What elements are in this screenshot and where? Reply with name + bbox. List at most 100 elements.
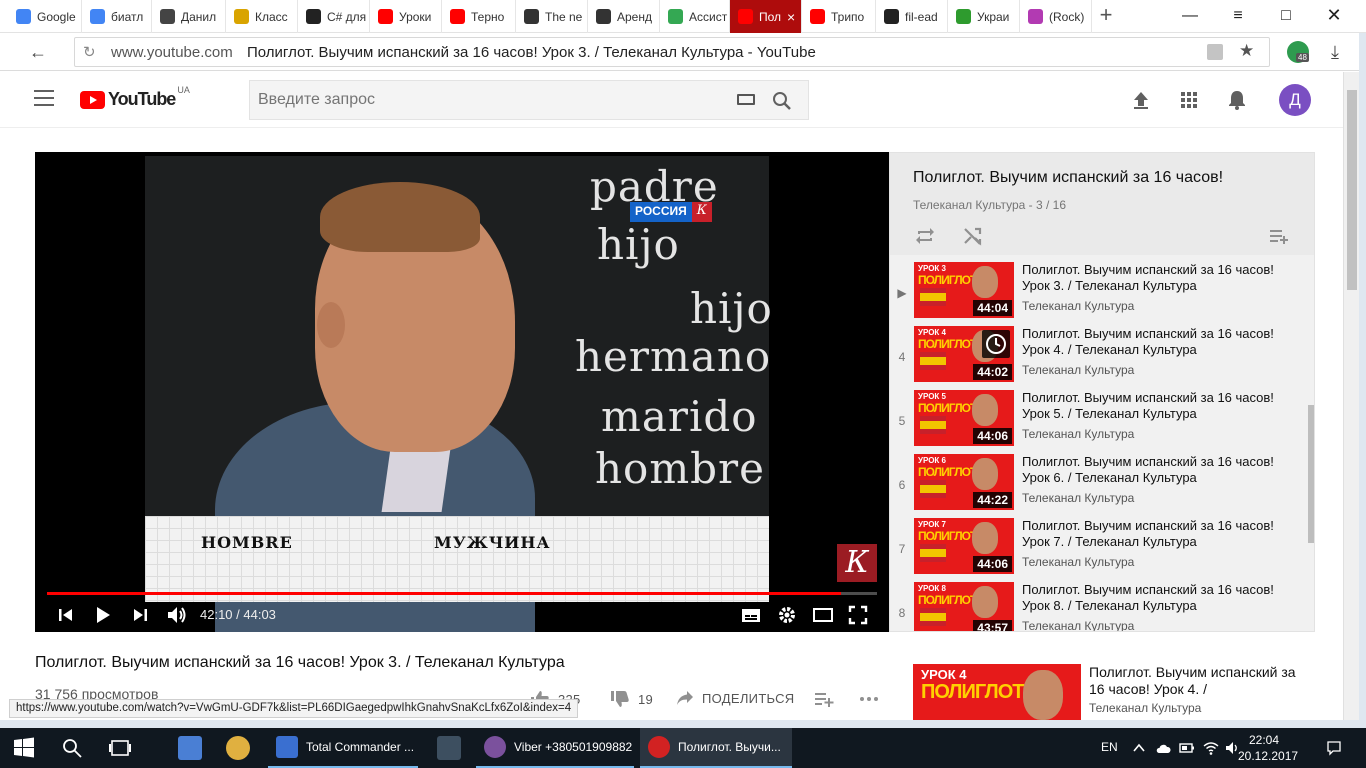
f-icon xyxy=(956,9,971,24)
chevron-up-icon[interactable] xyxy=(1131,740,1147,756)
pinned-app-icon[interactable] xyxy=(178,736,202,760)
maximize-button[interactable]: □ xyxy=(1262,0,1310,33)
browser-tab[interactable]: The ne xyxy=(516,0,588,33)
add-to-playlist-icon[interactable] xyxy=(1268,225,1290,247)
notification-center-icon[interactable] xyxy=(1326,740,1342,756)
next-icon[interactable] xyxy=(131,604,149,626)
playlist-item[interactable]: 8 УРОК 8 ПОЛИГЛОТ 43:57 Полиглот. Выучим… xyxy=(890,582,1300,631)
play-icon[interactable] xyxy=(93,604,113,626)
cloud-icon[interactable] xyxy=(1155,740,1171,756)
thumb-presenter-image xyxy=(972,266,998,298)
browser-tab[interactable]: Трипо xyxy=(802,0,876,33)
browser-tab[interactable]: Ассист xyxy=(660,0,730,33)
windows-start-icon[interactable] xyxy=(12,736,36,760)
playlist-scrollbar[interactable] xyxy=(1308,405,1314,543)
playlist-item-thumbnail[interactable]: УРОК 4 ПОЛИГЛОТ 44:02 xyxy=(914,326,1014,382)
progress-bar[interactable] xyxy=(47,592,877,595)
up-next-title[interactable]: Полиглот. Выучим испанский за 16 часов! … xyxy=(1089,664,1299,698)
browser-tab[interactable]: Пол × xyxy=(730,0,802,33)
watch-later-clock-icon[interactable] xyxy=(982,330,1010,358)
volume-icon[interactable] xyxy=(165,604,189,626)
lock-icon[interactable] xyxy=(1207,44,1223,60)
taskbar-app-viber[interactable]: Viber +380501909882 xyxy=(476,728,634,768)
playlist-item[interactable]: 6 УРОК 6 ПОЛИГЛОТ 44:22 Полиглот. Выучим… xyxy=(890,454,1300,518)
playlist-title[interactable]: Полиглот. Выучим испанский за 16 часов! xyxy=(913,169,1223,187)
playlist-item-thumbnail[interactable]: УРОК 7 ПОЛИГЛОТ 44:06 xyxy=(914,518,1014,574)
playlist-item-thumbnail[interactable]: УРОК 8 ПОЛИГЛОТ 43:57 xyxy=(914,582,1014,631)
playlist-item-title[interactable]: Полиглот. Выучим испанский за 16 часов! … xyxy=(1022,518,1292,550)
battery-icon[interactable] xyxy=(1179,740,1195,756)
playlist-item-thumbnail[interactable]: УРОК 5 ПОЛИГЛОТ 44:06 xyxy=(914,390,1014,446)
theater-mode-icon[interactable] xyxy=(812,604,834,626)
search-input[interactable] xyxy=(250,81,720,119)
up-next-thumbnail[interactable]: УРОК 4 ПОЛИГЛОТ xyxy=(913,664,1081,720)
new-tab-button[interactable]: + xyxy=(1094,4,1118,28)
input-language-indicator[interactable]: EN xyxy=(1101,740,1118,754)
settings-gear-icon[interactable] xyxy=(777,604,797,626)
task-view-icon[interactable] xyxy=(108,736,132,760)
dislike-button[interactable]: 19 xyxy=(610,690,653,708)
download-icon[interactable]: ⤓ xyxy=(1323,40,1347,64)
browser-tab[interactable]: (Rock) xyxy=(1020,0,1092,33)
browser-tab[interactable]: Терно xyxy=(442,0,516,33)
bookmark-star-icon[interactable]: ★ xyxy=(1239,41,1254,61)
taskbar-app-total-commander[interactable]: Total Commander ... xyxy=(268,728,418,768)
playlist-item-title[interactable]: Полиглот. Выучим испанский за 16 часов! … xyxy=(1022,326,1292,358)
playlist-subtitle[interactable]: Телеканал Культура - 3 / 16 xyxy=(913,198,1066,212)
fullscreen-icon[interactable] xyxy=(848,604,868,626)
browser-tab[interactable]: биатл xyxy=(82,0,152,33)
playlist-item[interactable]: ▶ УРОК 3 ПОЛИГЛОТ 44:04 Полиглот. Выучим… xyxy=(890,262,1300,326)
close-window-button[interactable]: ✕ xyxy=(1310,0,1358,33)
share-button[interactable]: ПОДЕЛИТЬСЯ xyxy=(676,690,794,706)
browser-tab[interactable]: Google xyxy=(8,0,82,33)
video-player[interactable]: padre hijo hijo hermano marido hombre РО… xyxy=(35,152,889,632)
playlist-item-title[interactable]: Полиглот. Выучим испанский за 16 часов! … xyxy=(1022,454,1292,486)
playlist-item[interactable]: 5 УРОК 5 ПОЛИГЛОТ 44:06 Полиглот. Выучим… xyxy=(890,390,1300,454)
playlist-item[interactable]: 7 УРОК 7 ПОЛИГЛОТ 44:06 Полиглот. Выучим… xyxy=(890,518,1300,582)
youtube-logo[interactable]: YouTube UA xyxy=(80,85,190,110)
taskbar-app-browser[interactable]: Полиглот. Выучи... xyxy=(640,728,792,768)
subtitles-icon[interactable] xyxy=(741,604,761,626)
browser-tab[interactable]: fil-ead xyxy=(876,0,948,33)
account-avatar[interactable]: Д xyxy=(1279,84,1311,116)
playlist-item-title[interactable]: Полиглот. Выучим испанский за 16 часов! … xyxy=(1022,582,1292,614)
tools-icon[interactable] xyxy=(437,736,461,760)
previous-icon[interactable] xyxy=(57,604,75,626)
browser-tab[interactable]: Украи xyxy=(948,0,1020,33)
more-actions-icon[interactable] xyxy=(859,696,879,702)
page-scrollbar-thumb[interactable] xyxy=(1347,90,1357,290)
upload-icon[interactable] xyxy=(1129,88,1153,112)
browser-tab[interactable]: Аренд xyxy=(588,0,660,33)
search-icon[interactable] xyxy=(60,736,84,760)
keyboard-icon[interactable] xyxy=(737,94,755,105)
url-field[interactable]: ↻ www.youtube.com Полиглот. Выучим испан… xyxy=(74,37,1270,67)
add-to-playlist-button[interactable] xyxy=(814,690,834,708)
browser-tab[interactable]: Класс xyxy=(226,0,298,33)
browser-tab[interactable]: C# для xyxy=(298,0,370,33)
search-icon[interactable] xyxy=(772,91,792,111)
close-tab-icon[interactable]: × xyxy=(787,9,795,25)
system-clock[interactable]: 22:04 20.12.2017 xyxy=(1238,732,1298,764)
minimize-button[interactable]: — xyxy=(1166,0,1214,33)
hamburger-menu-icon[interactable] xyxy=(34,90,54,106)
playlist-item-thumbnail[interactable]: УРОК 3 ПОЛИГЛОТ 44:04 xyxy=(914,262,1014,318)
notifications-bell-icon[interactable] xyxy=(1225,88,1249,112)
page-scrollbar[interactable] xyxy=(1343,72,1359,720)
thumb-brand-label: ПОЛИГЛОТ xyxy=(918,465,977,479)
apps-grid-icon[interactable] xyxy=(1177,88,1201,112)
loop-icon[interactable] xyxy=(914,225,936,247)
reload-icon[interactable]: ↻ xyxy=(83,43,96,61)
shuffle-icon[interactable] xyxy=(962,225,984,247)
browser-tab[interactable]: Уроки xyxy=(370,0,442,33)
playlist-item-title[interactable]: Полиглот. Выучим испанский за 16 часов! … xyxy=(1022,262,1292,294)
back-button[interactable]: ← xyxy=(26,40,50,64)
extension-shield-icon[interactable]: 48 xyxy=(1287,41,1309,63)
browser-menu-button[interactable]: ≡ xyxy=(1214,0,1262,33)
up-next-card[interactable]: УРОК 4 ПОЛИГЛОТ Полиглот. Выучим испанск… xyxy=(913,664,1313,720)
paint-palette-icon[interactable] xyxy=(226,736,250,760)
wifi-icon[interactable] xyxy=(1203,740,1219,756)
playlist-item[interactable]: 4 УРОК 4 ПОЛИГЛОТ 44:02 Полиглот. Выучим… xyxy=(890,326,1300,390)
browser-tab[interactable]: Данил xyxy=(152,0,226,33)
playlist-item-thumbnail[interactable]: УРОК 6 ПОЛИГЛОТ 44:22 xyxy=(914,454,1014,510)
playlist-item-title[interactable]: Полиглот. Выучим испанский за 16 часов! … xyxy=(1022,390,1292,422)
